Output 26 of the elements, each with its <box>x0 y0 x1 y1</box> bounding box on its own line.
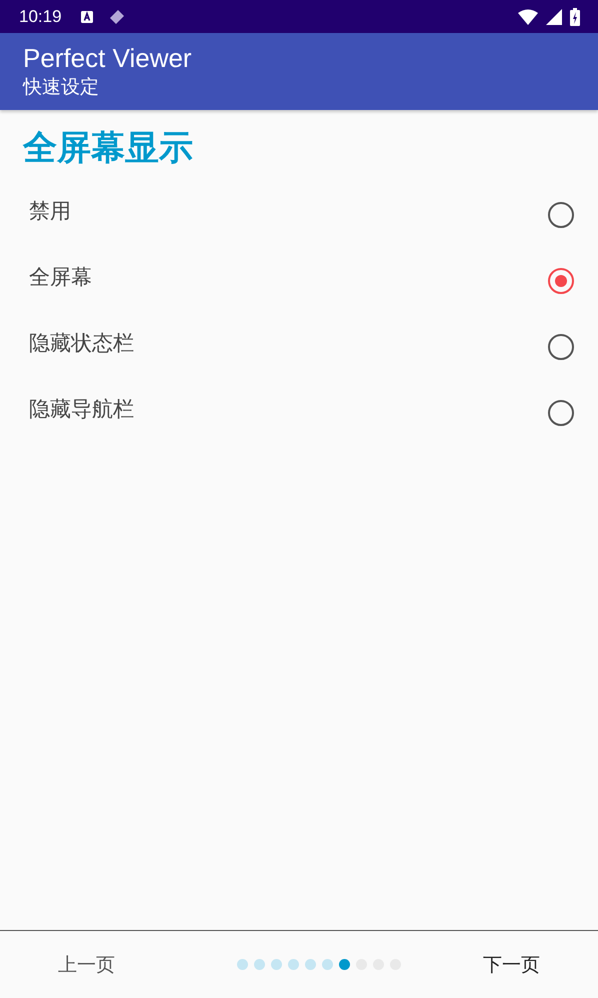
app-title: Perfect Viewer <box>23 43 193 73</box>
status-time: 10:19 <box>19 6 62 26</box>
option-row[interactable]: 全屏幕 <box>23 248 574 314</box>
radio-button[interactable] <box>548 334 574 360</box>
page-dot <box>271 959 282 970</box>
radio-button[interactable] <box>548 400 574 426</box>
page-dot <box>322 959 333 970</box>
app-subtitle: 快速设定 <box>23 75 100 100</box>
page-dot <box>237 959 248 970</box>
wifi-icon <box>518 8 538 24</box>
page-dot <box>288 959 299 970</box>
page-dot <box>254 959 265 970</box>
diamond-icon <box>108 8 126 26</box>
option-row[interactable]: 隐藏导航栏 <box>23 380 574 446</box>
battery-icon <box>570 8 580 26</box>
radio-button[interactable] <box>548 202 574 228</box>
notification-icon <box>80 10 94 24</box>
option-row[interactable]: 隐藏状态栏 <box>23 314 574 380</box>
page-dot <box>305 959 316 970</box>
section-title: 全屏幕显示 <box>23 127 194 170</box>
radio-button[interactable] <box>548 268 574 294</box>
next-button[interactable]: 下一页 <box>473 944 550 986</box>
previous-button[interactable]: 上一页 <box>48 944 125 986</box>
signal-icon <box>546 8 562 24</box>
option-row[interactable]: 禁用 <box>23 182 574 248</box>
page-dot <box>339 959 350 970</box>
